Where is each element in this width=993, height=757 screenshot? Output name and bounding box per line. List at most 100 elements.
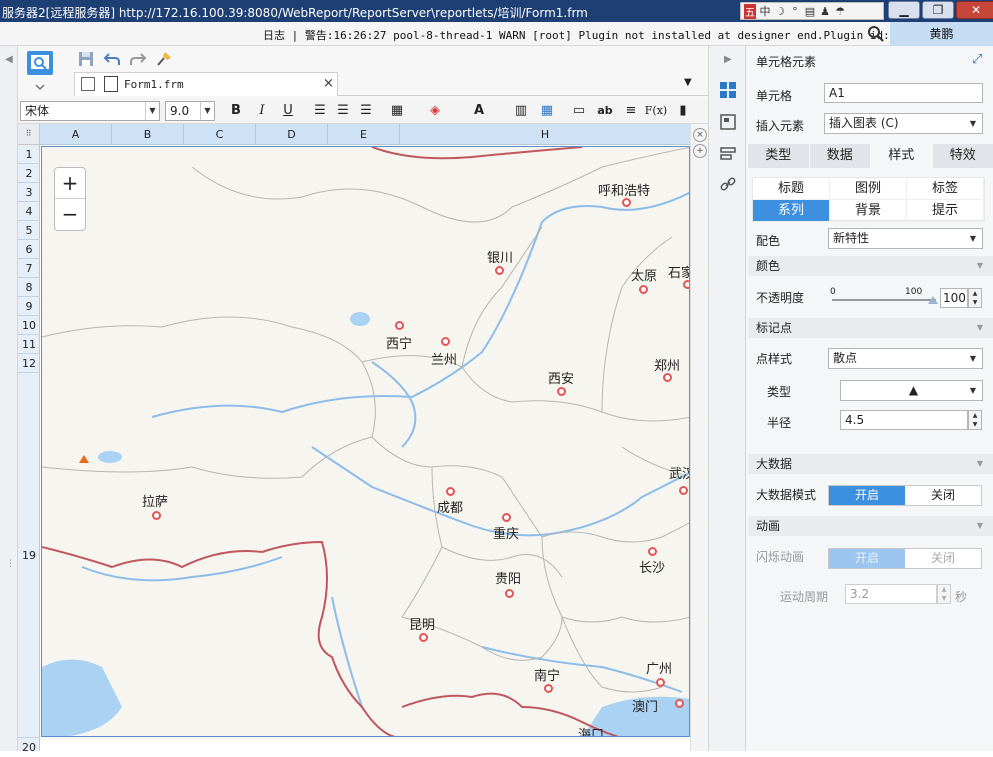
flash-off-button[interactable]: 关闭 bbox=[905, 549, 981, 568]
row-10[interactable]: 10 bbox=[18, 316, 40, 335]
marker-type-select[interactable]: ▲▼ bbox=[840, 380, 983, 401]
flash-on-button[interactable]: 开启 bbox=[829, 549, 905, 568]
collapse-left-icon[interactable]: ◀ bbox=[5, 54, 13, 65]
period-input[interactable]: 3.2 bbox=[845, 584, 937, 604]
chevron-down-icon[interactable]: ▼ bbox=[964, 381, 982, 400]
opacity-spinner[interactable]: ▲▼ bbox=[968, 288, 982, 308]
subtab-series[interactable]: 系列 bbox=[753, 200, 830, 222]
add-circle-icon[interactable]: + bbox=[693, 144, 707, 158]
chart-icon[interactable]: ▮ bbox=[674, 102, 692, 120]
bigdata-on-button[interactable]: 开启 bbox=[829, 486, 905, 505]
close-circle-icon[interactable]: × bbox=[693, 128, 707, 142]
formula-button[interactable]: F(x) bbox=[644, 102, 668, 120]
city-marker[interactable] bbox=[446, 487, 455, 496]
animation-section-header[interactable]: 动画▼ bbox=[748, 516, 993, 536]
bigdata-section-header[interactable]: 大数据▼ bbox=[748, 454, 993, 474]
cell-element-icon[interactable] bbox=[718, 80, 738, 100]
link-icon[interactable] bbox=[718, 174, 738, 194]
row-1[interactable]: 1 bbox=[18, 145, 40, 164]
opacity-input[interactable]: 100 bbox=[940, 288, 968, 308]
flash-animation-toggle[interactable]: 开启 关闭 bbox=[828, 548, 982, 569]
ime-logo-icon[interactable]: 五 bbox=[744, 4, 756, 19]
city-marker[interactable] bbox=[557, 387, 566, 396]
chevron-down-icon[interactable]: ▼ bbox=[964, 229, 982, 248]
city-marker[interactable] bbox=[679, 486, 688, 495]
tab-data[interactable]: 数据 bbox=[810, 144, 871, 168]
text-button[interactable]: ab bbox=[596, 102, 614, 120]
paragraph-icon[interactable]: ≡ bbox=[622, 102, 640, 120]
ime-item[interactable]: 中 bbox=[759, 3, 771, 19]
column-h[interactable]: H bbox=[400, 124, 690, 145]
spreadsheet[interactable]: ⠿ A B C D E H 1 2 3 4 5 6 7 8 9 10 11 12… bbox=[18, 124, 690, 751]
city-marker[interactable] bbox=[505, 589, 514, 598]
city-marker[interactable] bbox=[622, 198, 631, 207]
subtab-tooltip[interactable]: 提示 bbox=[907, 200, 984, 222]
city-marker[interactable] bbox=[395, 321, 404, 330]
minimize-button[interactable]: ▁ bbox=[888, 1, 920, 19]
merge-cells-icon[interactable]: ▥ bbox=[512, 102, 530, 120]
italic-button[interactable]: I bbox=[253, 102, 271, 120]
column-b[interactable]: B bbox=[112, 124, 184, 145]
user-name[interactable]: 黄鹏 bbox=[890, 22, 993, 46]
insert-element-select[interactable]: 插入图表 (C)▼ bbox=[824, 113, 983, 134]
row-20[interactable]: 20 bbox=[18, 738, 40, 757]
radius-spinner[interactable]: ▲▼ bbox=[968, 410, 982, 430]
radius-input[interactable]: 4.5 bbox=[840, 410, 968, 430]
chevron-down-icon[interactable]: ▼ bbox=[964, 349, 982, 368]
triangle-marker[interactable] bbox=[79, 455, 89, 463]
insert-cell-icon[interactable]: ▭ bbox=[570, 102, 588, 120]
color-section-header[interactable]: 颜色▼ bbox=[748, 256, 993, 276]
underline-button[interactable]: U bbox=[279, 102, 297, 120]
collapse-icon[interactable]: ▼ bbox=[977, 256, 983, 276]
bigdata-off-button[interactable]: 关闭 bbox=[905, 486, 981, 505]
column-c[interactable]: C bbox=[184, 124, 256, 145]
font-family-select[interactable]: 宋体▼ bbox=[20, 101, 160, 121]
redo-icon[interactable] bbox=[128, 50, 148, 68]
zoom-out-button[interactable]: − bbox=[55, 199, 85, 230]
city-marker[interactable] bbox=[639, 285, 648, 294]
undo-icon[interactable] bbox=[102, 50, 122, 68]
cell-attribute-icon[interactable] bbox=[718, 112, 738, 132]
map-chart[interactable]: + − 呼和浩特 银川 太原 石家 西宁 兰州 郑州 西安 武汉 拉萨 成都 重… bbox=[41, 146, 690, 737]
city-marker[interactable] bbox=[441, 337, 450, 346]
row-2[interactable]: 2 bbox=[18, 164, 40, 183]
zoom-in-button[interactable]: + bbox=[55, 168, 85, 199]
tab-form1[interactable]: Form1.frm × bbox=[74, 72, 338, 96]
subtab-title[interactable]: 标题 bbox=[753, 178, 830, 200]
bigdata-mode-toggle[interactable]: 开启 关闭 bbox=[828, 485, 982, 506]
align-left-icon[interactable]: ☰ bbox=[311, 102, 329, 120]
row-7[interactable]: 7 bbox=[18, 259, 40, 278]
city-marker[interactable] bbox=[152, 511, 161, 520]
ime-item[interactable]: ▤ bbox=[804, 5, 816, 18]
city-marker[interactable] bbox=[683, 280, 690, 289]
splitter-grip-icon[interactable]: ⋮ bbox=[6, 559, 15, 569]
palette-select[interactable]: 新特性▼ bbox=[828, 228, 983, 249]
fill-color-icon[interactable]: ◈ bbox=[426, 102, 444, 120]
ime-item[interactable]: ☂ bbox=[834, 5, 846, 18]
row-6[interactable]: 6 bbox=[18, 240, 40, 259]
font-size-select[interactable]: 9.0▼ bbox=[165, 101, 215, 121]
row-12[interactable]: 12 bbox=[18, 354, 40, 373]
cell-input[interactable]: A1 bbox=[824, 83, 983, 103]
row-5[interactable]: 5 bbox=[18, 221, 40, 240]
log-message[interactable]: 日志 | 警告:16:26:27 pool-8-thread-1 WARN [r… bbox=[263, 27, 916, 43]
pin-icon[interactable]: ⤢ bbox=[972, 52, 982, 67]
city-marker[interactable] bbox=[656, 678, 665, 687]
period-spinner[interactable]: ▲▼ bbox=[937, 584, 951, 604]
bold-button[interactable]: B bbox=[227, 102, 245, 120]
chevron-down-icon[interactable]: ▼ bbox=[145, 102, 159, 120]
ime-toolbar[interactable]: 五 中 ☽ ° ▤ ♟ ☂ bbox=[740, 2, 884, 20]
expand-right-icon[interactable]: ▶ bbox=[724, 54, 732, 65]
opacity-slider-thumb[interactable] bbox=[928, 296, 938, 304]
row-3[interactable]: 3 bbox=[18, 183, 40, 202]
chevron-down-icon[interactable]: ▼ bbox=[964, 114, 982, 133]
row-8[interactable]: 8 bbox=[18, 278, 40, 297]
grid-icon[interactable] bbox=[81, 77, 95, 91]
opacity-slider-track[interactable] bbox=[832, 299, 936, 301]
collapse-icon[interactable]: ▼ bbox=[977, 516, 983, 536]
table-icon[interactable]: ▦ bbox=[538, 102, 556, 120]
preview-icon[interactable] bbox=[25, 49, 55, 93]
point-style-select[interactable]: 散点▼ bbox=[828, 348, 983, 369]
tab-menu-icon[interactable]: ▼ bbox=[684, 77, 692, 88]
tab-effect[interactable]: 特效 bbox=[933, 144, 993, 168]
